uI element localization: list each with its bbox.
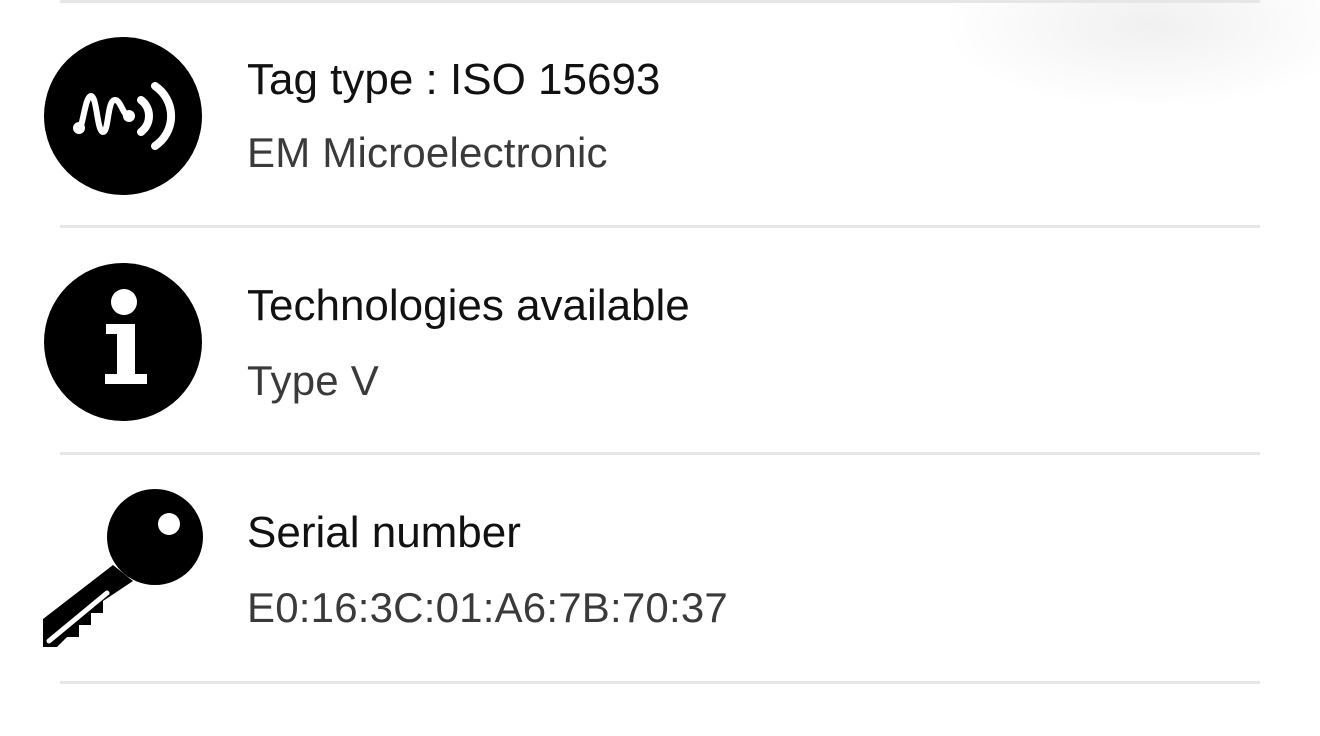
serial-number-row[interactable]: Serial number E0:16:3C:01:A6:7B:70:37 [0,455,1320,679]
info-icon [43,262,203,422]
divider-bottom [60,681,1260,684]
key-icon [43,487,203,647]
technologies-value: Type V [247,357,379,404]
nfc-tag-icon [43,36,203,196]
serial-number-value: E0:16:3C:01:A6:7B:70:37 [247,584,728,631]
tag-type-row[interactable]: Tag type : ISO 15693 EM Microelectronic [0,2,1320,226]
serial-number-title: Serial number [247,508,521,557]
technologies-title: Technologies available [247,281,690,330]
technologies-row[interactable]: Technologies available Type V [0,228,1320,452]
tag-type-title: Tag type : ISO 15693 [247,55,661,104]
tag-type-value: EM Microelectronic [247,129,608,176]
